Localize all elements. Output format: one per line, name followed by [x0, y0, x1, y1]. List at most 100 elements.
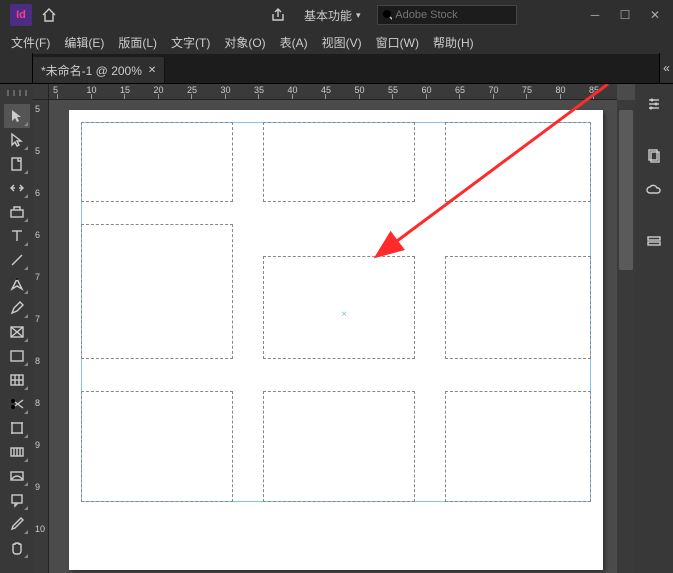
rectangle-frame-tool[interactable] [4, 320, 30, 344]
ruler-v-label: 9 [35, 482, 40, 492]
ruler-h-label: 80 [556, 85, 566, 95]
table-tool-icon [9, 372, 25, 388]
selection-tool-icon [9, 108, 25, 124]
gradient-swatch-tool[interactable] [4, 440, 30, 464]
pencil-tool[interactable] [4, 296, 30, 320]
window-controls: ─ ☐ ✕ [581, 5, 669, 25]
stock-search-input[interactable] [395, 9, 511, 21]
ruler-h-label: 45 [321, 85, 331, 95]
tab-spacer [0, 53, 33, 83]
gap-tool[interactable] [4, 176, 30, 200]
line-tool-icon [9, 252, 25, 268]
scrollbar-thumb[interactable] [619, 110, 633, 270]
page-center-mark: × [340, 310, 348, 318]
document-tab[interactable]: *未命名-1 @ 200% ✕ [33, 57, 165, 83]
ruler-v-label: 5 [35, 104, 40, 114]
content-collector-tool-icon [9, 204, 25, 220]
ruler-h-label: 55 [388, 85, 398, 95]
text-frame[interactable] [263, 256, 415, 359]
document-area: 510152025303540455055606570758085 556677… [33, 84, 635, 573]
text-frame[interactable] [445, 391, 591, 502]
cc-libraries-button[interactable] [640, 176, 668, 204]
home-icon [41, 7, 57, 23]
links-panel-button[interactable] [640, 228, 668, 256]
vertical-ruler[interactable]: 556677889910 [33, 100, 49, 573]
menu-file[interactable]: 文件(F) [4, 31, 57, 54]
ruler-origin[interactable] [33, 84, 49, 100]
ruler-v-label: 6 [35, 230, 40, 240]
menu-table[interactable]: 表(A) [273, 31, 315, 54]
pen-tool[interactable] [4, 272, 30, 296]
home-button[interactable] [38, 4, 60, 26]
ruler-v-label: 9 [35, 440, 40, 450]
tools-panel [0, 84, 33, 573]
menu-object[interactable]: 对象(O) [217, 31, 272, 54]
ruler-h-label: 20 [154, 85, 164, 95]
workspace-switcher[interactable]: 基本功能 ▾ [296, 4, 369, 27]
ruler-h-label: 70 [489, 85, 499, 95]
table-tool[interactable] [4, 368, 30, 392]
menu-window[interactable]: 窗口(W) [369, 31, 426, 54]
ruler-h-label: 35 [254, 85, 264, 95]
scissors-tool[interactable] [4, 392, 30, 416]
line-tool[interactable] [4, 248, 30, 272]
text-frame[interactable] [263, 391, 415, 502]
note-tool-icon [9, 492, 25, 508]
horizontal-ruler[interactable]: 510152025303540455055606570758085 [49, 84, 617, 100]
gradient-feather-tool[interactable] [4, 464, 30, 488]
share-icon [270, 7, 286, 23]
gradient-feather-tool-icon [9, 468, 25, 484]
ruler-v-label: 6 [35, 188, 40, 198]
menu-help[interactable]: 帮助(H) [426, 31, 481, 54]
pages-panel-button[interactable] [640, 142, 668, 170]
note-tool[interactable] [4, 488, 30, 512]
text-frame[interactable] [263, 122, 415, 202]
maximize-button[interactable]: ☐ [611, 5, 639, 25]
document-tab-strip: *未命名-1 @ 200% ✕ « [0, 54, 673, 84]
type-tool-icon [9, 228, 25, 244]
page-tool[interactable] [4, 152, 30, 176]
document-tab-title: *未命名-1 @ 200% [41, 62, 142, 79]
vertical-scrollbar[interactable] [617, 100, 635, 573]
text-frame[interactable] [81, 122, 233, 202]
expand-panels-button[interactable]: « [659, 53, 673, 83]
menu-layout[interactable]: 版面(L) [111, 31, 164, 54]
gap-tool-icon [9, 180, 25, 196]
direct-selection-tool[interactable] [4, 128, 30, 152]
ruler-v-label: 10 [35, 524, 45, 534]
ruler-h-label: 10 [87, 85, 97, 95]
text-frame[interactable] [445, 256, 591, 359]
adjust-panel-button[interactable] [640, 90, 668, 118]
free-transform-tool[interactable] [4, 416, 30, 440]
right-panel-dock [635, 84, 673, 573]
content-collector-tool[interactable] [4, 200, 30, 224]
rectangle-tool[interactable] [4, 344, 30, 368]
form-icon [646, 234, 662, 250]
hand-tool[interactable] [4, 536, 30, 560]
main-layout: 510152025303540455055606570758085 556677… [0, 84, 673, 573]
menu-view[interactable]: 视图(V) [315, 31, 369, 54]
ruler-h-label: 30 [221, 85, 231, 95]
tab-close-button[interactable]: ✕ [148, 65, 156, 76]
page-tool-icon [9, 156, 25, 172]
text-frame[interactable] [81, 224, 233, 359]
eyedropper-tool[interactable] [4, 512, 30, 536]
rectangle-frame-tool-icon [9, 324, 25, 340]
selection-tool[interactable] [4, 104, 30, 128]
tools-drag-handle[interactable] [7, 90, 27, 96]
minimize-button[interactable]: ─ [581, 5, 609, 25]
stock-search[interactable] [377, 5, 517, 25]
text-frame[interactable] [445, 122, 591, 202]
ruler-h-label: 15 [120, 85, 130, 95]
ruler-h-label: 75 [522, 85, 532, 95]
rectangle-tool-icon [9, 348, 25, 364]
pencil-tool-icon [9, 300, 25, 316]
pages-icon [646, 148, 662, 164]
canvas[interactable]: × [49, 100, 617, 573]
text-frame[interactable] [81, 391, 233, 502]
menu-type[interactable]: 文字(T) [164, 31, 217, 54]
type-tool[interactable] [4, 224, 30, 248]
menu-edit[interactable]: 编辑(E) [57, 31, 111, 54]
close-button[interactable]: ✕ [641, 5, 669, 25]
share-button[interactable] [266, 3, 290, 27]
